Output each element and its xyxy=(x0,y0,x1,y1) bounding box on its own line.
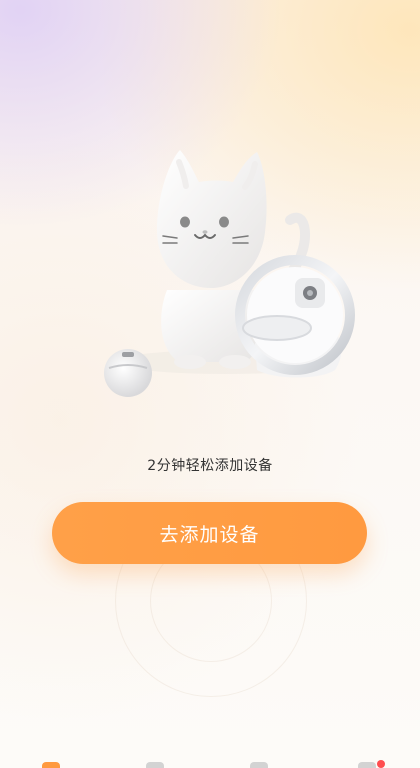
home-icon[interactable] xyxy=(42,762,60,768)
profile-icon[interactable] xyxy=(358,762,376,768)
add-device-hint: 2分钟轻松添加设备 xyxy=(147,458,273,474)
message-icon[interactable] xyxy=(146,762,164,768)
device-icon[interactable] xyxy=(250,762,268,768)
bottom-tab-bar xyxy=(0,758,420,768)
notification-badge xyxy=(377,760,385,768)
add-device-button[interactable]: 去添加设备 xyxy=(52,502,367,564)
add-device-button-label: 去添加设备 xyxy=(159,523,260,546)
cat-feeder-illustration xyxy=(104,150,355,397)
